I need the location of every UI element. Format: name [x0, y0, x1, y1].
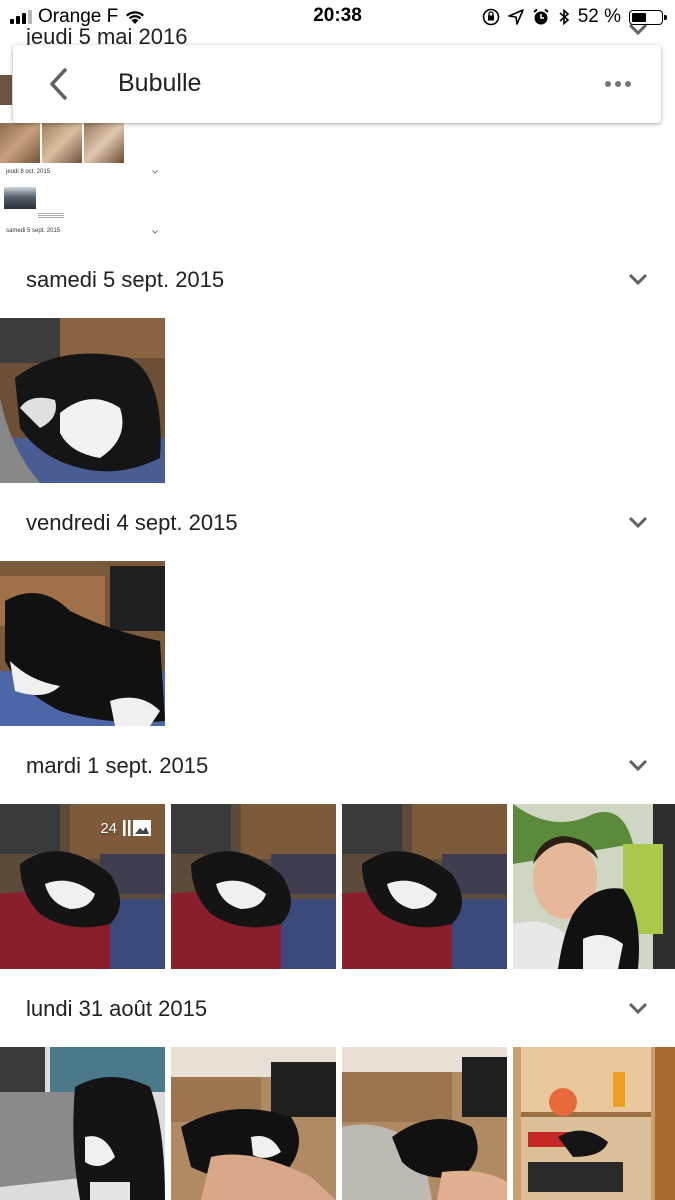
app-bar: Bubulle	[13, 45, 661, 123]
section-header: lundi 31 août 2015	[26, 996, 208, 1021]
burst-photos-icon	[123, 820, 151, 836]
location-icon	[507, 9, 524, 25]
photo-thumbnail[interactable]	[0, 1047, 165, 1200]
photo-thumbnail[interactable]	[513, 1047, 675, 1200]
mini-date-label: samedi 5 sept. 2015	[6, 228, 61, 234]
status-bar: Orange F 20:38 52 %	[0, 0, 675, 34]
section-header: mardi 1 sept. 2015	[26, 753, 209, 778]
more-options-icon[interactable]	[605, 81, 631, 87]
burst-badge: 24	[100, 818, 153, 838]
chevron-down-icon[interactable]	[627, 1001, 649, 1015]
photo-thumbnail[interactable]	[0, 561, 165, 726]
battery-percent: 52 %	[577, 6, 621, 27]
photo-thumbnail-burst[interactable]: 24	[0, 804, 165, 969]
bluetooth-icon	[559, 8, 569, 26]
battery-icon	[629, 9, 667, 25]
alarm-icon	[533, 8, 549, 25]
photo-thumbnail[interactable]	[342, 1047, 507, 1200]
photo-thumbnail[interactable]	[0, 318, 165, 483]
mini-date-label: jeudi 8 oct. 2015	[6, 169, 51, 175]
chevron-down-icon	[152, 170, 158, 174]
burst-count: 24	[100, 819, 117, 837]
chevron-down-icon	[152, 230, 158, 234]
photo-thumbnail[interactable]	[171, 804, 336, 969]
photo-thumbnail[interactable]	[513, 804, 675, 969]
photo-thumbnail[interactable]	[171, 1047, 336, 1200]
photo-thumbnail[interactable]	[342, 804, 507, 969]
back-arrow-icon[interactable]	[45, 67, 75, 101]
album-title: Bubulle	[118, 69, 202, 97]
orientation-lock-icon	[482, 8, 499, 26]
chevron-down-icon[interactable]	[627, 515, 649, 529]
chevron-down-icon[interactable]	[627, 758, 649, 772]
chevron-down-icon[interactable]	[627, 272, 649, 286]
section-header: vendredi 4 sept. 2015	[26, 510, 238, 535]
section-header: samedi 5 sept. 2015	[26, 267, 225, 292]
